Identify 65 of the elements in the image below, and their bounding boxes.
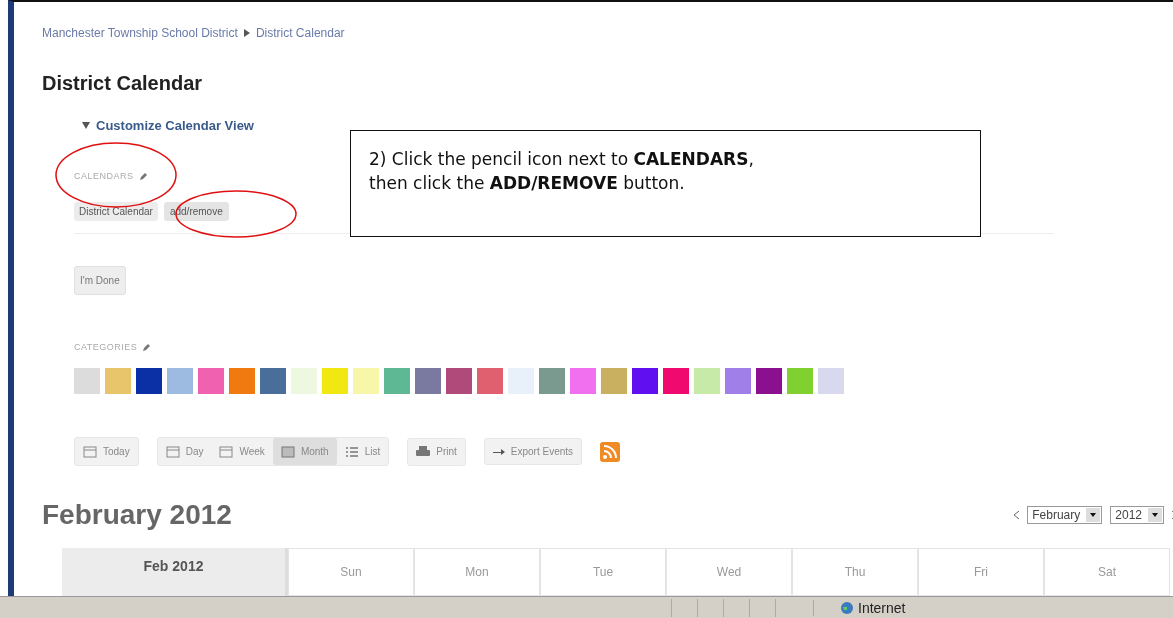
category-swatch[interactable] <box>601 368 627 394</box>
calendar-icon <box>83 445 97 458</box>
category-swatch[interactable] <box>260 368 286 394</box>
category-swatch[interactable] <box>291 368 317 394</box>
instruction-callout: 2) Click the pencil icon next to CALENDARS, then click the ADD/REMOVE button. <box>350 130 981 237</box>
category-swatch[interactable] <box>105 368 131 394</box>
category-swatch[interactable] <box>694 368 720 394</box>
weekday-header: Mon <box>414 548 540 596</box>
breadcrumb-link[interactable]: District Calendar <box>255 26 345 40</box>
category-swatch[interactable] <box>384 368 410 394</box>
category-swatch[interactable] <box>787 368 813 394</box>
dropdown-icon <box>1148 508 1162 522</box>
breadcrumb-link[interactable]: Manchester Township School District <box>42 26 238 40</box>
category-swatch[interactable] <box>229 368 255 394</box>
calendar-icon <box>280 445 295 458</box>
category-swatch[interactable] <box>756 368 782 394</box>
weekday-header: Thu <box>792 548 918 596</box>
month-select[interactable]: February <box>1027 506 1103 524</box>
zone-label: Internet <box>858 599 906 616</box>
customize-toggle[interactable]: Customize Calendar View <box>82 118 1173 133</box>
calendar-icon <box>165 445 180 458</box>
section-label: CALENDARS <box>74 171 134 181</box>
rss-icon[interactable] <box>600 441 621 462</box>
pencil-icon[interactable] <box>138 171 148 181</box>
arrow-icon <box>243 29 250 37</box>
triangle-icon <box>82 122 90 129</box>
weekday-header: Tue <box>540 548 666 596</box>
category-swatch[interactable] <box>167 368 193 394</box>
category-swatch[interactable] <box>663 368 689 394</box>
export-button[interactable]: Export Events <box>483 438 583 465</box>
category-swatch[interactable] <box>415 368 441 394</box>
category-swatch[interactable] <box>136 368 162 394</box>
category-swatch[interactable] <box>725 368 751 394</box>
page-title: District Calendar <box>42 72 204 95</box>
previous-icon[interactable] <box>1014 511 1020 519</box>
month-title: February 2012 <box>42 499 232 531</box>
category-swatch[interactable] <box>322 368 348 394</box>
globe-icon <box>840 600 854 615</box>
done-button[interactable]: I'm Done <box>74 266 126 295</box>
print-button[interactable]: Print <box>407 437 466 466</box>
weekday-header: Wed <box>666 548 792 596</box>
category-swatch[interactable] <box>477 368 503 394</box>
calendar-tag: District Calendar <box>74 202 158 221</box>
printer-icon <box>416 445 431 458</box>
calendar-corner-cell: Feb 2012 <box>62 548 288 596</box>
pencil-icon[interactable] <box>142 342 152 352</box>
weekday-header: Sun <box>288 548 414 596</box>
weekday-header: Sat <box>1044 548 1170 596</box>
dropdown-icon <box>1086 508 1101 522</box>
year-select[interactable]: 2012 <box>1110 506 1164 524</box>
category-swatch[interactable] <box>539 368 565 394</box>
category-swatch[interactable] <box>74 368 100 394</box>
category-swatch[interactable] <box>446 368 472 394</box>
view-tab[interactable]: Month <box>272 438 337 465</box>
category-swatch[interactable] <box>353 368 379 394</box>
arrow-icon <box>492 447 505 456</box>
section-label: CATEGORIES <box>74 342 138 352</box>
category-swatch[interactable] <box>818 368 844 394</box>
calendar-icon <box>219 445 234 458</box>
category-swatch[interactable] <box>198 368 224 394</box>
category-swatch[interactable] <box>570 368 596 394</box>
today-button[interactable]: Today <box>74 437 139 466</box>
category-swatch[interactable] <box>632 368 658 394</box>
weekday-header: Fri <box>918 548 1044 596</box>
list-icon <box>344 445 359 458</box>
